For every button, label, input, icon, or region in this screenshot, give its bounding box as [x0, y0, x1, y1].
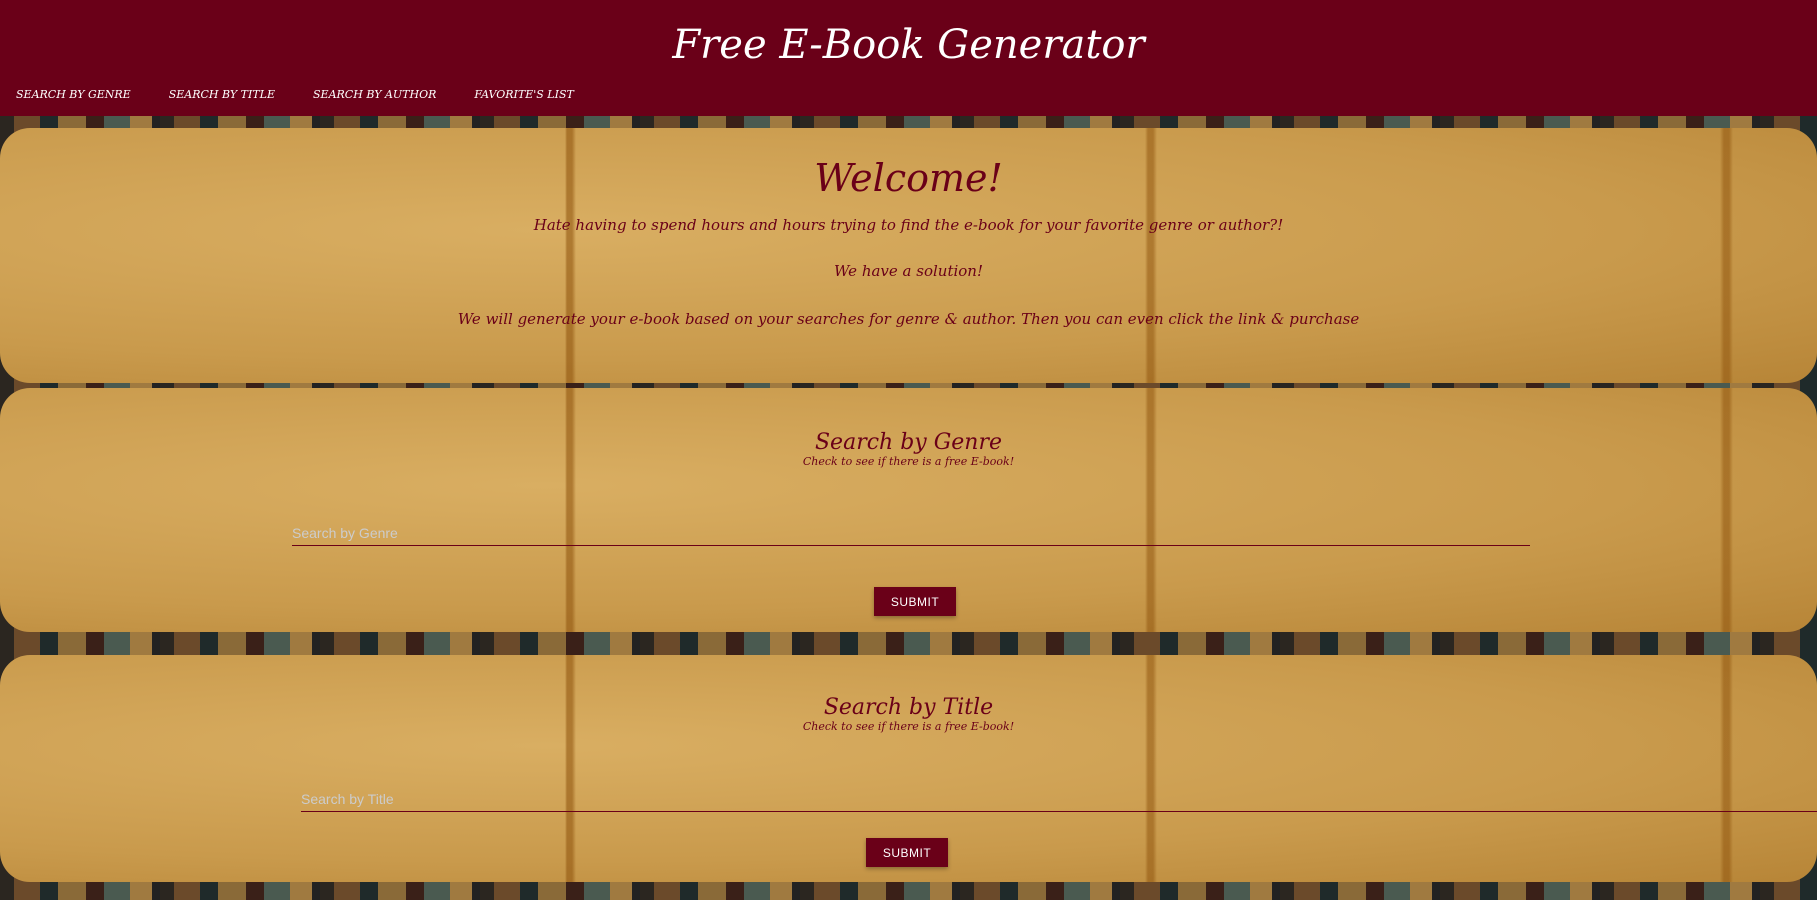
- title-heading: Search by Title: [823, 695, 994, 720]
- header: Free E-Book Generator Search by Genre Se…: [0, 0, 1817, 116]
- nav-search-genre[interactable]: Search by Genre: [16, 88, 131, 101]
- title-subheading: Check to see if there is a free E-book!: [802, 720, 1015, 733]
- site-title: Free E-Book Generator: [672, 22, 1145, 68]
- nav-favorites-list[interactable]: Favorite's List: [474, 88, 573, 101]
- welcome-line-1: Hate having to spend hours and hours try…: [533, 216, 1284, 234]
- nav-search-title[interactable]: Search by Title: [169, 88, 275, 101]
- genre-submit-button[interactable]: SUBMIT: [874, 587, 956, 616]
- title-search-input[interactable]: [301, 787, 1817, 812]
- genre-heading: Search by Genre: [814, 430, 1002, 455]
- nav-bar: Search by Genre Search by Title Search b…: [16, 88, 574, 101]
- welcome-card: Welcome! Hate having to spend hours and …: [0, 128, 1817, 383]
- search-genre-card: Search by Genre Check to see if there is…: [0, 388, 1817, 632]
- genre-subheading: Check to see if there is a free E-book!: [802, 455, 1015, 468]
- genre-search-input[interactable]: [292, 521, 1530, 546]
- welcome-line-2: We have a solution!: [833, 262, 983, 280]
- title-submit-button[interactable]: SUBMIT: [866, 838, 948, 867]
- welcome-heading: Welcome!: [814, 156, 1003, 200]
- welcome-line-3: We will generate your e-book based on yo…: [457, 310, 1360, 328]
- search-title-card: Search by Title Check to see if there is…: [0, 655, 1817, 882]
- nav-search-author[interactable]: Search by Author: [313, 88, 436, 101]
